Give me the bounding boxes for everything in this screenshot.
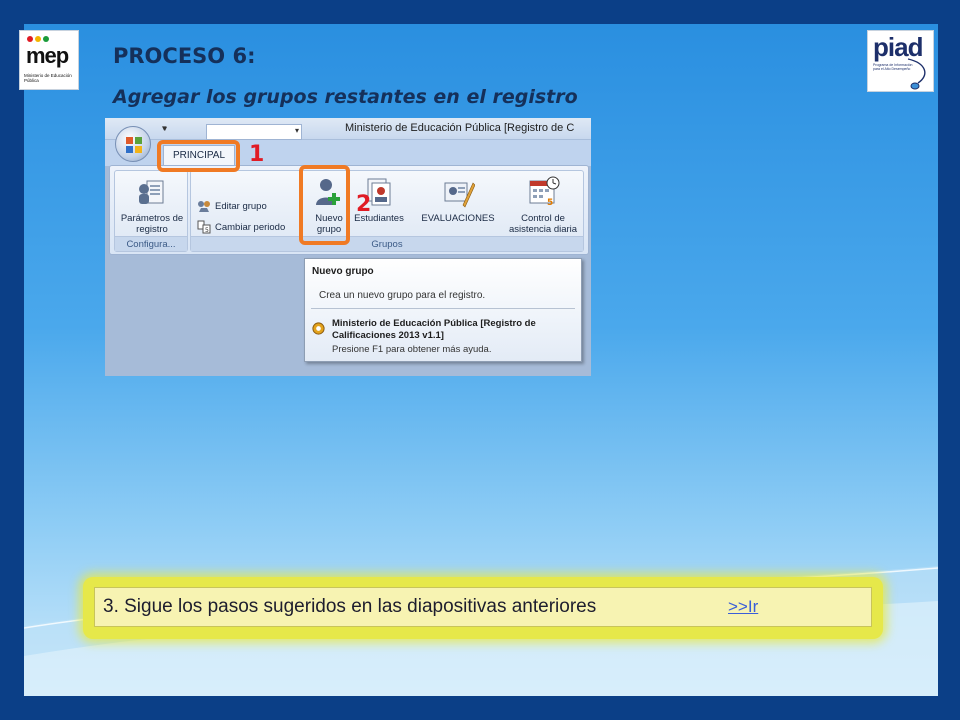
editar-grupo-label: Editar grupo (215, 200, 267, 212)
mep-logo: mep Ministerio de Educación Pública (19, 30, 79, 90)
annotation-box-1 (157, 140, 240, 172)
app-window-title: Ministerio de Educación Pública [Registr… (345, 122, 575, 134)
ribbon-group-grupos: Editar grupo 5 Cambiar periodo Nuevo gru… (190, 170, 584, 252)
slide-subtitle: Agregar los grupos restantes en el regis… (113, 86, 578, 108)
parametros-registro-button[interactable]: Parámetros de registro (117, 175, 187, 235)
nuevo-grupo-tooltip: Nuevo grupo Crea un nuevo grupo para el … (304, 258, 582, 362)
office-button[interactable] (115, 126, 151, 162)
svg-text:5: 5 (547, 198, 553, 208)
quick-access-chevron-icon[interactable]: ▾ (162, 123, 167, 134)
group-label-configuracion: Configura... (115, 236, 187, 251)
annotation-number-1: 1 (249, 142, 265, 167)
app-title-bar: ▾ Ministerio de Educación Pública [Regis… (105, 118, 591, 140)
instruction-text: 3. Sigue los pasos sugeridos en las diap… (103, 596, 597, 617)
tooltip-divider (311, 308, 575, 309)
cambiar-periodo-icon: 5 (197, 220, 211, 234)
ir-link[interactable]: >>Ir (728, 597, 758, 617)
parametros-icon (139, 180, 164, 204)
evaluaciones-icon (444, 182, 475, 208)
tooltip-app-name: Ministerio de Educación Pública [Registr… (332, 318, 536, 341)
mep-logo-subtitle: Ministerio de Educación Pública (24, 73, 72, 83)
gear-icon (312, 322, 325, 335)
logo-dot (35, 36, 41, 42)
cambiar-periodo-button[interactable]: 5 Cambiar periodo (197, 220, 285, 234)
group-selector-combo[interactable]: ▾ (206, 124, 302, 140)
logo-dot (27, 36, 33, 42)
mouse-cable-icon (907, 58, 926, 90)
annotation-number-2: 2 (356, 192, 372, 217)
mep-logo-word: mep (26, 43, 69, 68)
logo-dot (43, 36, 49, 42)
tooltip-title: Nuevo grupo (312, 266, 374, 277)
evaluaciones-button[interactable]: EVALUACIONES (413, 175, 503, 224)
parametros-label: Parámetros de registro (120, 213, 184, 235)
group-label-grupos: Grupos (191, 236, 583, 251)
svg-text:5: 5 (205, 227, 209, 234)
calendar-clock-icon: 5 (529, 176, 560, 208)
control-asistencia-button[interactable]: 5 Control de asistencia diaria (501, 175, 585, 235)
annotation-box-2 (299, 165, 350, 245)
chevron-down-icon: ▾ (294, 126, 299, 135)
slide-title: PROCESO 6: (113, 44, 256, 68)
control-asistencia-label: Control de asistencia diaria (508, 213, 578, 235)
evaluaciones-label: EVALUACIONES (421, 213, 495, 224)
editar-grupo-button[interactable]: Editar grupo (197, 199, 267, 213)
piad-logo: piad Programa de Información para el Alt… (867, 30, 934, 92)
cambiar-periodo-label: Cambiar periodo (215, 221, 286, 233)
editar-grupo-icon (198, 201, 210, 212)
office-logo-icon (126, 137, 142, 153)
tooltip-help: Presione F1 para obtener más ayuda. (332, 344, 492, 355)
tooltip-description: Crea un nuevo grupo para el registro. (319, 290, 486, 301)
ribbon-group-configuracion: Parámetros de registro Configura... (114, 170, 188, 252)
instruction-box: 3. Sigue los pasos sugeridos en las diap… (94, 587, 872, 627)
